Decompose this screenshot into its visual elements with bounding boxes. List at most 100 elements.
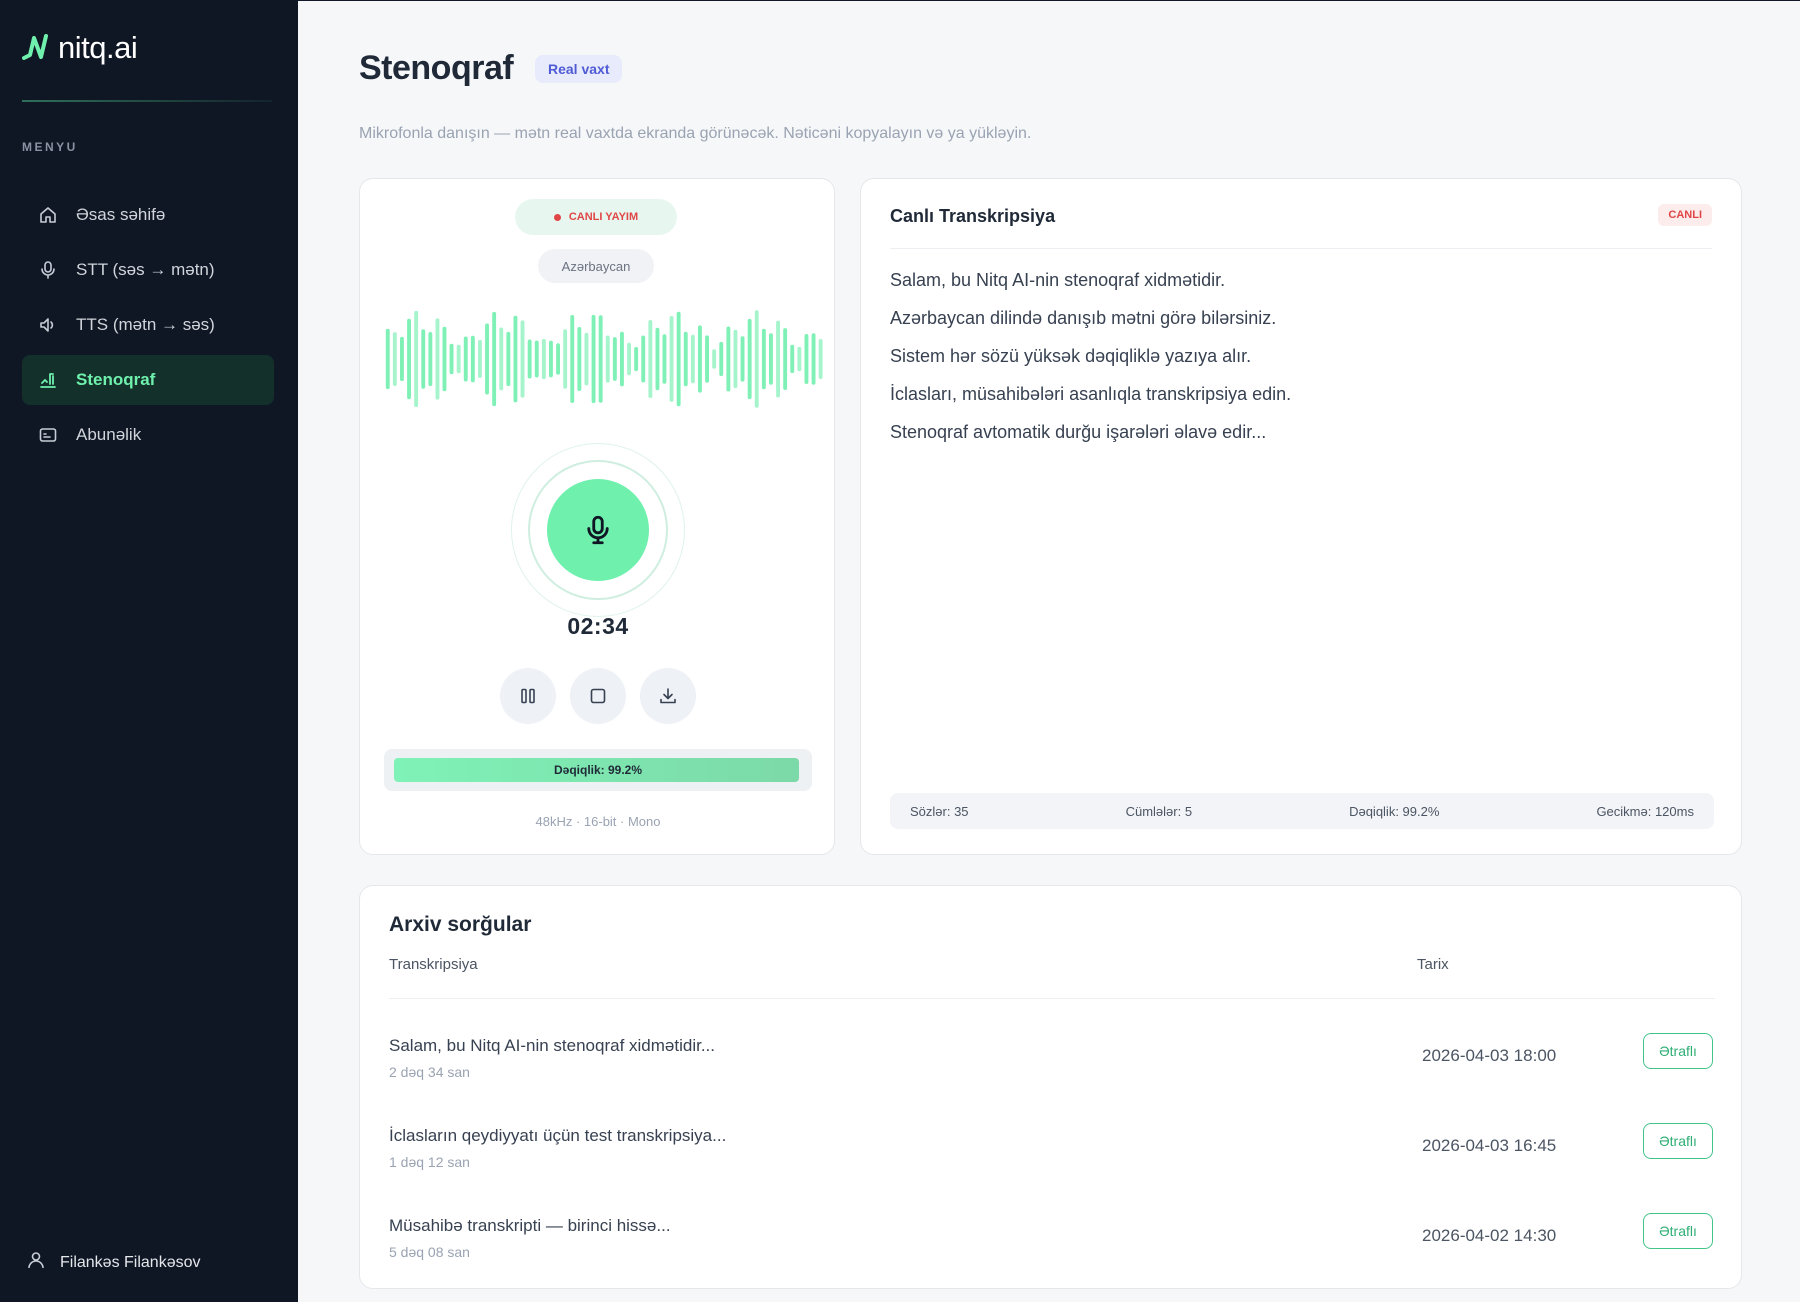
waveform-bar [392, 332, 397, 386]
waveform-bar [421, 329, 426, 389]
download-button[interactable] [640, 668, 696, 724]
waveform-bar [733, 329, 738, 389]
waveform-bar [556, 343, 560, 375]
waveform-bar [662, 334, 667, 384]
waveform-bar [534, 340, 539, 378]
record-button[interactable] [547, 479, 649, 581]
transcript-line: Salam, bu Nitq AI-nin stenoqraf xidmətid… [890, 270, 1226, 290]
word-count: Sözlər: 35 [910, 803, 969, 819]
stop-button[interactable] [570, 668, 626, 724]
waveform-bar [804, 334, 809, 384]
sidebar-item-subscription[interactable]: Abunəlik [22, 410, 274, 460]
waveform-bar [705, 335, 709, 383]
sidebar-item-label: TTS (mətn → səs) [76, 315, 215, 334]
sidebar-item-tts[interactable]: TTS (mətn → səs) [22, 300, 274, 350]
sidebar-item-label: Stenoqraf [76, 370, 156, 389]
user-name: Filankəs Filankəsov [60, 1253, 201, 1271]
waveform-bar [797, 346, 802, 372]
waveform-bar [414, 310, 419, 408]
waveform-bar [563, 329, 568, 389]
waveform-bar [719, 341, 724, 377]
menu-title: MENYU [22, 140, 78, 154]
realtime-badge: Real vaxt [535, 55, 623, 83]
speaker-icon [38, 315, 58, 335]
details-button[interactable]: Ətraflı [1643, 1033, 1713, 1069]
column-header-transcript: Transkripsiya [389, 956, 478, 973]
archive-item-duration: 2 dəq 34 san [389, 1064, 470, 1080]
archive-item-title: Müsahibə transkripti — birinci hissə... [389, 1216, 671, 1235]
archive-item-date: 2026-04-02 14:30 [1422, 1226, 1557, 1245]
accuracy-stat: Dəqiqlik: 99.2% [1349, 803, 1440, 819]
page-title: Stenoqraf [359, 49, 514, 87]
waveform-bar [683, 331, 688, 387]
waveform-bar [690, 334, 695, 384]
waveform-bar [655, 327, 660, 391]
waveform-bar [549, 340, 553, 378]
home-icon [38, 205, 58, 225]
waveform-bar [520, 320, 525, 398]
sidebar: nitq.ai MENYU Əsas səhifə STT (səs → mət… [0, 0, 298, 1302]
stop-icon [590, 688, 606, 704]
waveform-bar [761, 328, 766, 390]
sidebar-item-stt[interactable]: STT (səs → mətn) [22, 245, 274, 295]
page-subtitle: Mikrofonla danışın — mətn real vaxtda ek… [359, 125, 1032, 142]
table-row: Müsahibə transkripti — birinci hissə... … [389, 1208, 1715, 1278]
sidebar-item-label: STT (səs → mətn) [76, 260, 215, 279]
waveform-bar [740, 336, 745, 382]
waveform-bar [605, 335, 610, 383]
brand-name: nitq.ai [58, 30, 138, 65]
waveform-bar [698, 325, 702, 393]
recording-timer: 02:34 [567, 613, 629, 639]
waveform-bar [570, 315, 575, 403]
waveform-bar [456, 344, 461, 374]
waveform-bar [449, 343, 454, 375]
subscription-icon [38, 425, 58, 445]
waveform-bar [591, 314, 596, 404]
waveform-bar [527, 339, 532, 379]
sentence-count: Cümlələr: 5 [1125, 803, 1193, 819]
column-header-date: Tarix [1417, 956, 1449, 973]
transcript-line: Sistem hər sözü yüksək dəqiqliklə yazıya… [890, 346, 1252, 366]
transcript-line: İclasları, müsahibələri asanlıqla transk… [890, 384, 1292, 404]
pause-button[interactable] [500, 668, 556, 724]
divider [890, 248, 1712, 249]
logo[interactable]: nitq.ai [22, 30, 138, 66]
stenograph-icon [38, 370, 58, 390]
details-button[interactable]: Ətraflı [1643, 1123, 1713, 1159]
transcript-card: Canlı Transkripsiya CANLI Salam, bu Nitq… [860, 178, 1742, 855]
latency-stat: Gecikmə: 120ms [1596, 803, 1694, 819]
details-button[interactable]: Ətraflı [1643, 1213, 1713, 1249]
accuracy-meter: Dəqiqlik: 99.2% [384, 749, 812, 791]
archive-item-duration: 5 dəq 08 san [389, 1244, 470, 1260]
waveform-bar [541, 338, 546, 380]
logo-divider [22, 100, 272, 102]
waveform-bar [776, 320, 780, 398]
language-selector[interactable]: Azərbaycan [538, 249, 654, 283]
main-content: Stenoqraf Real vaxt Mikrofonla danışın —… [298, 0, 1800, 1302]
sidebar-item-stenoqraf[interactable]: Stenoqraf [22, 355, 274, 405]
archive-table-header: Transkripsiya Tarix [389, 956, 1715, 973]
waveform-bar [790, 344, 795, 374]
waveform-bar [463, 336, 468, 382]
archive-item-date: 2026-04-03 16:45 [1422, 1136, 1557, 1155]
waveform-bar [478, 339, 482, 378]
waveform-bar [712, 349, 717, 369]
waveform-bar [428, 332, 433, 387]
waveform-bar [627, 342, 631, 376]
waveform-bar [435, 318, 440, 400]
archive-item-date: 2026-04-03 18:00 [1422, 1046, 1557, 1065]
transcript-line: Stenoqraf avtomatik durğu işarələri əlav… [890, 422, 1267, 442]
waveform-visualizer [385, 310, 823, 408]
waveform-bar [492, 311, 497, 407]
archive-item-title: İclasların qeydiyyatı üçün test transkri… [389, 1126, 727, 1145]
download-icon [660, 688, 676, 704]
user-profile[interactable]: Filankəs Filankəsov [26, 1250, 201, 1275]
waveform-bar [499, 327, 504, 391]
waveform-bar [669, 316, 674, 402]
waveform-bar [676, 311, 681, 407]
sidebar-item-label: Əsas səhifə [76, 205, 166, 224]
sidebar-item-label: Abunəlik [76, 425, 142, 444]
live-status-label: CANLI YAYIM [568, 211, 639, 223]
live-dot-icon [553, 213, 561, 221]
sidebar-item-home[interactable]: Əsas səhifə [22, 190, 274, 240]
